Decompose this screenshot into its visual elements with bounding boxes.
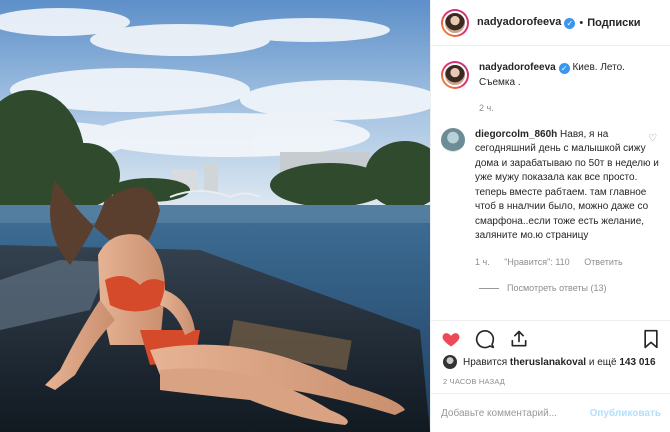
post-header: nadyadorofeeva ✓ • Подписки <box>431 0 670 46</box>
view-replies[interactable]: Посмотреть ответы (13) <box>479 283 661 293</box>
comment-like-heart-icon[interactable]: ♡ <box>648 133 657 144</box>
caption-body: nadyadorofeeva ✓ Киев. Лето. Съемка . 2 ч… <box>479 61 659 116</box>
heart-icon[interactable] <box>441 329 461 349</box>
liker-username[interactable]: theruslanakoval <box>510 357 586 368</box>
caption-avatar[interactable] <box>441 61 469 89</box>
instagram-post: nadyadorofeeva ✓ • Подписки nadyadorofeev… <box>0 0 670 432</box>
author-avatar[interactable] <box>441 8 469 37</box>
verified-badge-icon: ✓ <box>564 18 576 29</box>
comment-likes[interactable]: "Нравится": 110 <box>504 257 569 267</box>
caption-row: nadyadorofeeva ✓ Киев. Лето. Съемка . 2 ч… <box>441 61 661 116</box>
comment-text: Навя, я на сегодняшний день с малышкой с… <box>475 128 659 242</box>
post-photo[interactable] <box>0 0 430 432</box>
comments-section: nadyadorofeeva ✓ Киев. Лето. Съемка . 2 ч… <box>431 47 670 320</box>
likes-summary: Нравится theruslanakoval и ещё 143 016 <box>443 355 656 369</box>
comment-meta: 1 ч. "Нравится": 110 Ответить <box>475 255 659 270</box>
add-comment-bar: Опубликовать <box>431 393 670 432</box>
bookmark-icon[interactable] <box>641 329 661 349</box>
comment-row: diegorcolm_860h Навя, я на сегодняшний д… <box>441 127 661 270</box>
view-replies-label[interactable]: Посмотреть ответы (13) <box>507 283 607 293</box>
likes-suffix: и ещё <box>588 356 617 368</box>
caption-age[interactable]: 2 ч. <box>479 103 494 113</box>
post-photo-illustration <box>0 0 430 432</box>
post-sidebar: nadyadorofeeva ✓ • Подписки nadyadorofeev… <box>430 0 670 432</box>
commenter-avatar[interactable] <box>441 127 465 152</box>
replies-line <box>479 287 499 289</box>
caption-username[interactable]: nadyadorofeeva <box>479 62 556 73</box>
add-comment-input[interactable] <box>441 408 590 419</box>
comment-icon[interactable] <box>475 329 495 349</box>
action-icons <box>441 327 543 351</box>
comment-age[interactable]: 1 ч. <box>475 257 490 267</box>
liker-avatar[interactable] <box>443 355 457 369</box>
comment-body: diegorcolm_860h Навя, я на сегодняшний д… <box>475 128 659 270</box>
author-username[interactable]: nadyadorofeeva ✓ <box>477 16 576 29</box>
caption-meta: 2 ч. <box>479 101 659 116</box>
reply-button[interactable]: Ответить <box>584 257 622 267</box>
post-timestamp[interactable]: 2 ЧАСОВ НАЗАД <box>443 377 505 386</box>
likes-prefix: Нравится <box>463 356 508 368</box>
following-button[interactable]: Подписки <box>587 17 640 29</box>
likes-count[interactable]: 143 016 <box>619 357 655 368</box>
publish-button[interactable]: Опубликовать <box>590 408 661 419</box>
share-icon[interactable] <box>509 329 529 349</box>
verified-badge-icon: ✓ <box>558 63 570 74</box>
separator-dot: • <box>579 16 584 29</box>
post-actions: Нравится theruslanakoval и ещё 143 016 2… <box>431 320 670 432</box>
commenter-username[interactable]: diegorcolm_860h <box>475 129 557 140</box>
